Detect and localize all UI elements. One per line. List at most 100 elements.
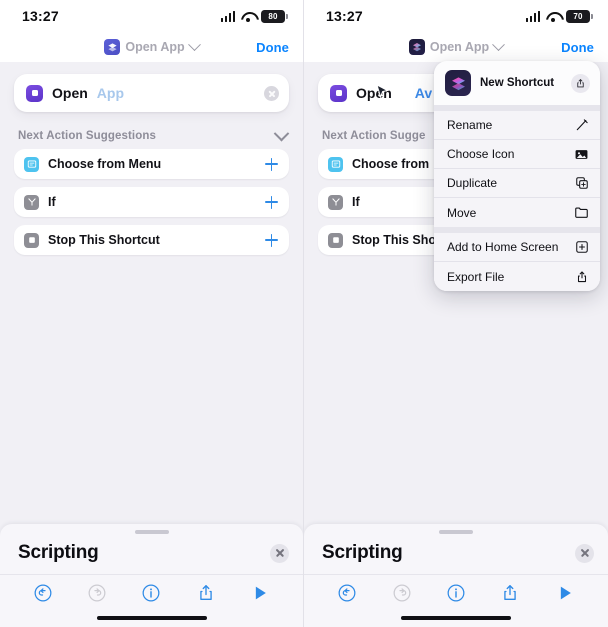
sheet-title: Scripting [322, 542, 403, 563]
stop-square-icon [328, 232, 343, 248]
share-icon[interactable] [499, 582, 521, 604]
list-item-label: Stop This Shortcut [48, 233, 160, 247]
redo-icon [86, 582, 108, 604]
info-icon[interactable] [445, 582, 467, 604]
nav-bar: Open App Done [0, 32, 303, 62]
bottom-sheet: Scripting [304, 524, 608, 627]
undo-icon[interactable] [336, 582, 358, 604]
list-item-label: Choose from [352, 157, 430, 171]
menu-item-label: Rename [447, 118, 493, 132]
info-icon[interactable] [140, 582, 162, 604]
menu-item-label: Duplicate [447, 176, 498, 190]
menu-item-label: Move [447, 205, 477, 220]
open-app-icon [330, 84, 347, 102]
chevron-down-icon[interactable] [492, 37, 505, 51]
share-icon[interactable] [571, 73, 590, 93]
action-parameter-app[interactable]: App [97, 85, 124, 101]
shortcut-app-icon [104, 39, 121, 55]
nav-title: Open App [429, 40, 490, 54]
list-item[interactable]: Stop This Shortcut [14, 225, 289, 255]
menu-item-rename[interactable]: Rename [434, 111, 600, 140]
context-menu: New Shortcut Rename Choose Icon Duplicat… [434, 61, 600, 291]
play-icon[interactable] [249, 582, 271, 604]
status-bar: 13:27 80 [0, 0, 303, 32]
duplicate-icon [574, 176, 589, 191]
list-item-label: If [352, 195, 360, 209]
suggestions-title: Next Action Suggestions [18, 130, 156, 142]
close-circle-icon[interactable] [575, 543, 594, 563]
photo-icon [574, 147, 589, 162]
nav-title: Open App [125, 40, 185, 54]
menu-item-move[interactable]: Move [434, 198, 600, 227]
chevron-down-icon[interactable] [273, 125, 290, 141]
action-card-open-app[interactable]: Open App [14, 74, 289, 112]
menu-item-duplicate[interactable]: Duplicate [434, 169, 600, 198]
branch-icon [24, 194, 39, 210]
list-item-label: Choose from Menu [48, 157, 162, 171]
open-app-icon [26, 84, 43, 102]
status-indicators: 80 [220, 9, 288, 23]
cellular-bars-icon [220, 10, 235, 22]
list-item[interactable]: Choose from Menu [14, 149, 289, 179]
stop-square-icon [24, 232, 39, 248]
play-icon[interactable] [554, 582, 576, 604]
sheet-header: Scripting [0, 534, 303, 574]
dual-screenshot-container: 13:27 80 Open App Done Open App Next Act… [0, 0, 608, 627]
sheet-title: Scripting [18, 542, 99, 563]
pencil-icon [574, 118, 589, 133]
menu-item-label: Add to Home Screen [447, 240, 559, 254]
context-menu-app-name: New Shortcut [480, 77, 555, 89]
chevron-down-icon[interactable] [187, 37, 201, 51]
branch-icon [328, 194, 343, 210]
status-indicators: 70 [525, 9, 593, 23]
bottom-toolbar [304, 574, 608, 610]
redo-icon [391, 582, 413, 604]
suggestions-header[interactable]: Next Action Suggestions [18, 125, 290, 142]
home-indicator [96, 616, 207, 620]
list-item[interactable]: If [14, 187, 289, 217]
menu-item-add-to-home-screen[interactable]: Add to Home Screen [434, 233, 600, 262]
done-button[interactable]: Done [561, 40, 594, 55]
wifi-icon [546, 11, 560, 22]
shortcut-app-icon-gradient [408, 39, 425, 55]
done-button[interactable]: Done [256, 40, 289, 55]
plus-icon[interactable] [265, 157, 278, 171]
close-circle-icon[interactable] [270, 543, 289, 563]
clear-circle-icon[interactable] [264, 85, 279, 101]
bottom-sheet: Scripting [0, 524, 303, 627]
menu-list-icon [24, 156, 39, 172]
list-item-label: Stop This Sho [352, 233, 437, 247]
context-menu-group-2: Add to Home Screen Export File [434, 233, 600, 291]
phone-screen-left: 13:27 80 Open App Done Open App Next Act… [0, 0, 304, 627]
plus-square-icon [574, 240, 589, 255]
battery-indicator: 80 [261, 9, 288, 23]
status-bar: 13:27 70 [304, 0, 608, 32]
status-clock: 13:27 [22, 8, 59, 24]
context-menu-header[interactable]: New Shortcut [434, 61, 600, 105]
share-icon [574, 269, 589, 284]
home-indicator [401, 616, 511, 620]
menu-item-label: Export File [447, 269, 505, 284]
plus-icon[interactable] [265, 195, 278, 209]
context-menu-group-1: Rename Choose Icon Duplicate Move [434, 111, 600, 227]
pointer-cursor-icon [376, 84, 389, 99]
menu-item-export-file[interactable]: Export File [434, 262, 600, 291]
battery-indicator: 70 [566, 9, 593, 23]
sheet-header: Scripting [304, 534, 608, 574]
suggestions-title: Next Action Sugge [322, 130, 426, 142]
list-item-label: If [48, 195, 56, 209]
wifi-icon [241, 11, 255, 22]
plus-icon[interactable] [265, 233, 278, 247]
menu-list-icon [328, 156, 343, 172]
action-parameter-app[interactable]: Av [415, 85, 432, 101]
shortcuts-app-icon [445, 70, 471, 96]
shortcut-editor-content: Open App Next Action Suggestions Choose … [0, 62, 303, 255]
share-icon[interactable] [195, 582, 217, 604]
phone-screen-right: 13:27 70 Open App Done Open Av Next Acti… [304, 0, 608, 627]
undo-icon[interactable] [32, 582, 54, 604]
nav-bar: Open App Done [304, 32, 608, 62]
menu-item-label: Choose Icon [447, 147, 515, 161]
cellular-bars-icon [525, 10, 540, 22]
menu-item-choose-icon[interactable]: Choose Icon [434, 140, 600, 169]
status-clock: 13:27 [326, 8, 363, 24]
